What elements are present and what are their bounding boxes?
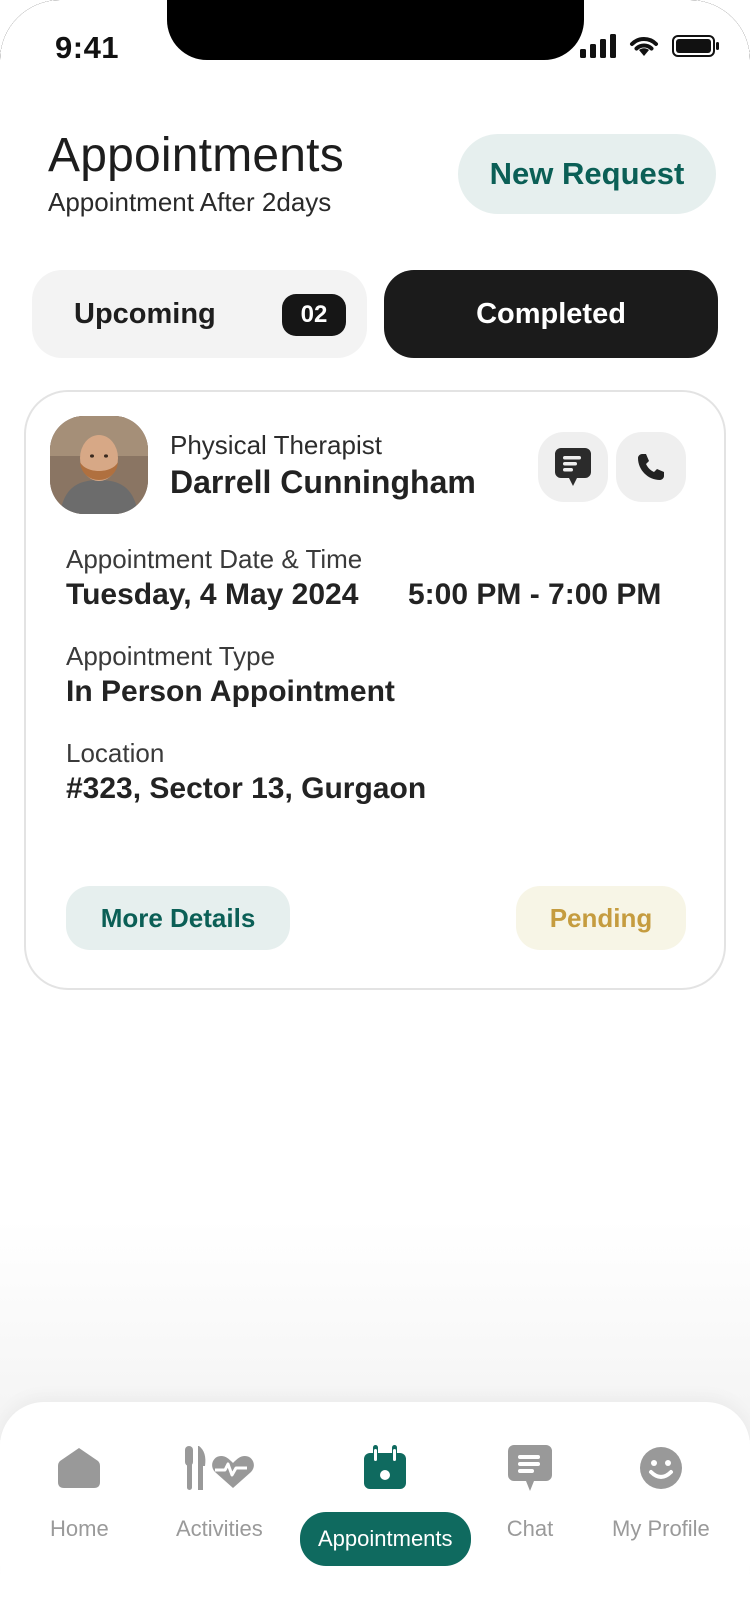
status-badge: Pending: [516, 886, 686, 950]
tab-upcoming[interactable]: Upcoming 02: [32, 270, 367, 358]
nav-item-chat[interactable]: Chat: [506, 1440, 554, 1542]
tab-upcoming-label: Upcoming: [74, 297, 216, 330]
appointment-date: Tuesday, 4 May 2024: [66, 578, 359, 611]
appointment-type-value: In Person Appointment: [66, 675, 395, 708]
upcoming-count-badge: 02: [282, 294, 346, 336]
chat-icon: [506, 1440, 554, 1496]
appointment-card: Physical Therapist Darrell Cunningham Ap…: [24, 390, 726, 990]
wifi-icon: [630, 37, 658, 56]
more-details-button[interactable]: More Details: [66, 886, 290, 950]
therapist-avatar: [50, 416, 148, 514]
phone-screen: 9:41 Appointments Appointment After 2day…: [0, 0, 750, 1624]
nav-item-appointments[interactable]: Appointments: [300, 1440, 471, 1566]
battery-icon: [672, 35, 719, 57]
calendar-icon: [362, 1440, 408, 1496]
call-button[interactable]: [616, 432, 686, 502]
appointment-time-range: 5:00 PM - 7:00 PM: [408, 578, 662, 611]
nav-label-home: Home: [50, 1516, 109, 1541]
page-subtitle: Appointment After 2days: [48, 187, 332, 217]
activities-icon: [181, 1440, 257, 1496]
appointment-type-label: Appointment Type: [66, 641, 276, 671]
nav-label-appointments: Appointments: [300, 1512, 471, 1566]
new-request-button[interactable]: New Request: [458, 134, 716, 214]
nav-label-chat: Chat: [506, 1516, 554, 1541]
nav-item-home[interactable]: Home: [50, 1440, 109, 1542]
chat-bubble-icon: [555, 448, 591, 486]
appointment-tabs: Upcoming 02 Completed: [32, 270, 718, 358]
location-value: #323, Sector 13, Gurgaon: [66, 772, 427, 805]
nav-label-my-profile: My Profile: [612, 1516, 710, 1541]
tab-completed[interactable]: Completed: [384, 270, 718, 358]
message-button[interactable]: [538, 432, 608, 502]
status-bar: 9:41: [0, 0, 750, 90]
therapist-role: Physical Therapist: [170, 430, 382, 460]
location-label: Location: [66, 738, 165, 768]
signal-icon: [580, 34, 616, 58]
page-title: Appointments: [48, 129, 344, 182]
home-icon: [56, 1440, 102, 1496]
date-time-label: Appointment Date & Time: [66, 544, 363, 574]
therapist-name: Darrell Cunningham: [170, 464, 476, 500]
nav-item-my-profile[interactable]: My Profile: [612, 1440, 710, 1542]
profile-icon: [639, 1440, 683, 1496]
phone-icon: [638, 454, 664, 480]
nav-item-activities[interactable]: Activities: [176, 1440, 263, 1542]
bottom-navigation: Home Activities Appointments Chat My Pro…: [0, 1402, 750, 1624]
status-icons: [580, 34, 720, 58]
device-notch: [167, 0, 584, 60]
page-header: Appointments Appointment After 2days: [48, 128, 344, 218]
nav-label-activities: Activities: [176, 1516, 263, 1541]
status-time: 9:41: [55, 30, 120, 65]
